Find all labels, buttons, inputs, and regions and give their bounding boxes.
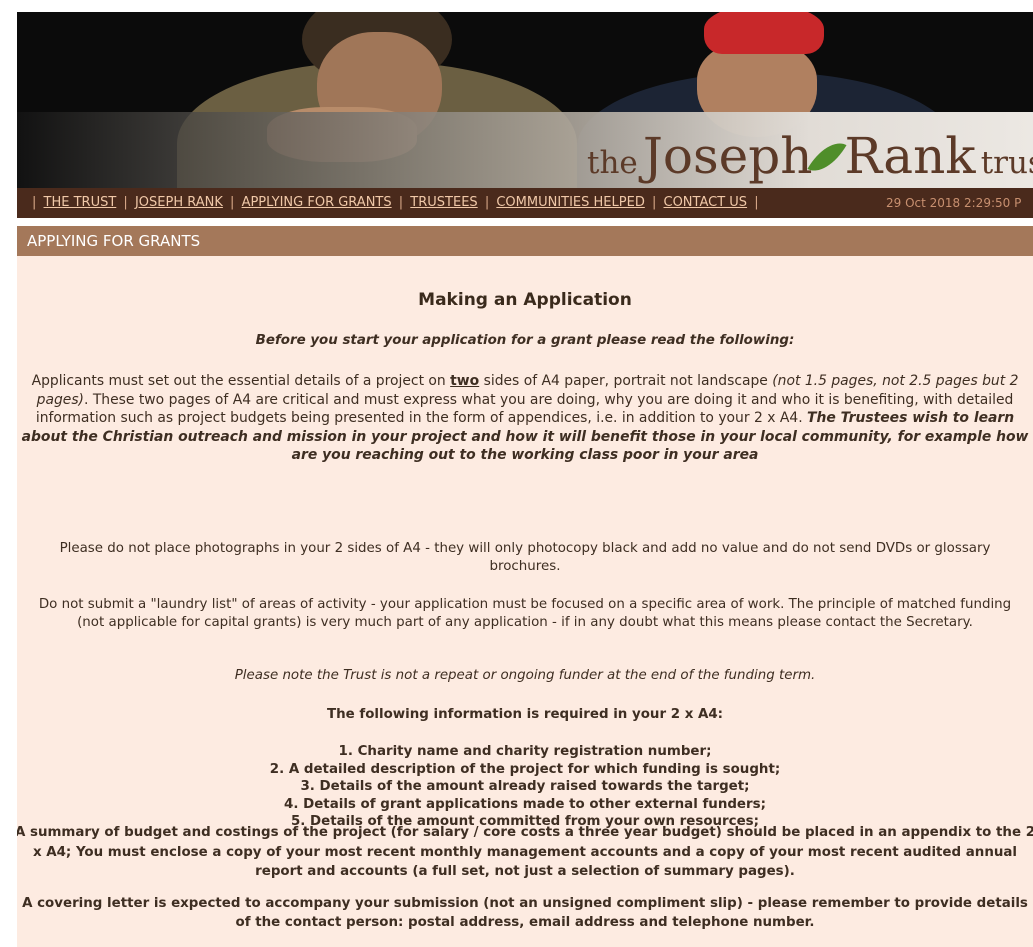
logo-text-the: the: [587, 145, 638, 181]
requirements-list: 1. Charity name and charity registration…: [17, 743, 1033, 831]
nav-link-joseph-rank[interactable]: JOSEPH RANK: [135, 195, 223, 210]
nav-link-applying-for-grants[interactable]: APPLYING FOR GRANTS: [242, 195, 392, 210]
nav-link-contact-us[interactable]: CONTACT US: [664, 195, 748, 210]
page-title: Making an Application: [418, 290, 632, 310]
p5-text: A summary of budget and costings of the …: [17, 825, 1033, 879]
requirement-item: 1. Charity name and charity registration…: [338, 744, 712, 759]
nav-separator: |: [32, 195, 37, 210]
paragraph-covering-letter: A covering letter is expected to accompa…: [17, 894, 1033, 932]
current-datetime: 29 Oct 2018 2:29:50 P: [886, 196, 1022, 210]
requirement-item: 4. Details of grant applications made to…: [284, 796, 766, 812]
nav-separator: |: [484, 195, 490, 210]
nav-link-trustees[interactable]: TRUSTEES: [410, 195, 477, 210]
p4-text: Please note the Trust is not a repeat or…: [234, 668, 816, 683]
paragraph-photographs: Please do not place photographs in your …: [37, 540, 1013, 575]
requirements-heading: The following information is required in…: [326, 707, 724, 722]
nav-link-communities-helped[interactable]: COMMUNITIES HELPED: [496, 195, 644, 210]
paragraph-not-repeat-funder: Please note the Trust is not a repeat or…: [17, 667, 1033, 685]
nav-separator: |: [398, 195, 404, 210]
leaf-icon: [807, 134, 848, 180]
main-navigation: | THE TRUST | JOSEPH RANK | APPLYING FOR…: [17, 188, 1033, 218]
p6-text: A covering letter is expected to accompa…: [22, 896, 1028, 930]
paragraph-two-pages: Applicants must set out the essential de…: [17, 372, 1033, 465]
nav-separator: |: [123, 195, 128, 210]
logo-text-joseph: Joseph: [642, 127, 813, 185]
p1-two: two: [450, 373, 480, 389]
section-title-bar: APPLYING FOR GRANTS: [17, 226, 1033, 256]
site-logo[interactable]: the Joseph Rank trust: [587, 127, 1033, 185]
page-title-wrap: Making an Application: [17, 290, 1033, 310]
requirements-heading-wrap: The following information is required in…: [17, 706, 1033, 724]
p2-text: Please do not place photographs in your …: [59, 541, 991, 574]
intro-text: Before you start your application for a …: [255, 333, 795, 348]
logo-text-trust: trust: [980, 145, 1033, 181]
requirement-item: 2. A detailed description of the project…: [269, 761, 781, 777]
nav-separator: |: [651, 195, 657, 210]
header-banner: the Joseph Rank trust: [17, 12, 1033, 188]
nav-separator: |: [754, 195, 759, 210]
logo-text-rank: Rank: [844, 127, 976, 185]
p1-text-a: Applicants must set out the essential de…: [31, 373, 451, 389]
paragraph-budget: A summary of budget and costings of the …: [17, 823, 1033, 882]
requirement-item: 3. Details of the amount already raised …: [300, 779, 750, 794]
paragraph-laundry-list: Do not submit a "laundry list" of areas …: [37, 596, 1013, 631]
nav-link-the-trust[interactable]: THE TRUST: [44, 195, 117, 210]
section-title: APPLYING FOR GRANTS: [27, 232, 201, 250]
intro-wrap: Before you start your application for a …: [17, 332, 1033, 350]
nav-separator: |: [230, 195, 235, 210]
main-content: Making an Application Before you start y…: [17, 256, 1033, 947]
p3-text: Do not submit a "laundry list" of areas …: [38, 597, 1012, 630]
banner-photo-hat: [704, 12, 824, 54]
p1-text-b: sides of A4 paper, portrait not landscap…: [479, 373, 773, 389]
